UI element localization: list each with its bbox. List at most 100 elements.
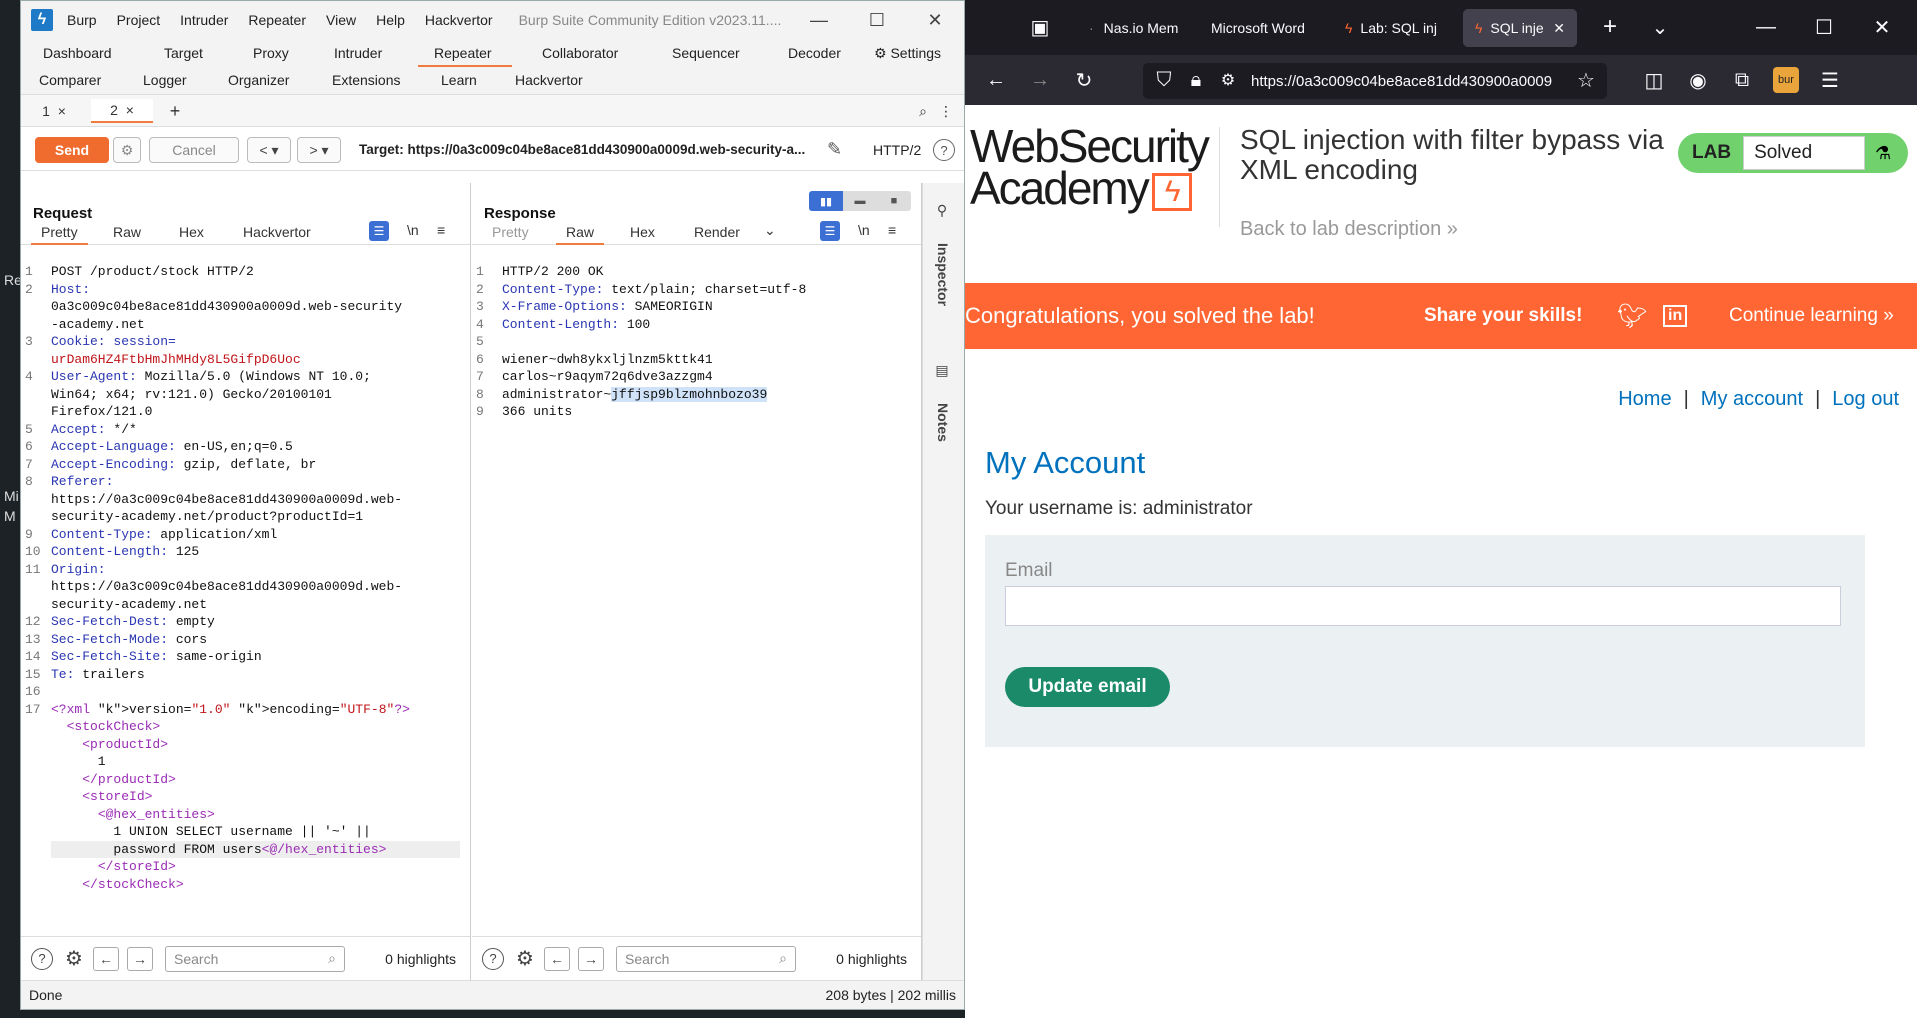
url-bar[interactable]: https://0a3c009c04be8ace81dd430900a0009: [1143, 63, 1607, 99]
shield-icon[interactable]: ⛉: [1151, 67, 1177, 93]
inspector-icon[interactable]: ⚲: [935, 203, 951, 219]
cancel-button[interactable]: Cancel: [149, 137, 239, 163]
previous-match-icon[interactable]: ←: [544, 946, 570, 971]
browser-tab[interactable]: Microsoft Word: [1199, 9, 1329, 47]
next-match-icon[interactable]: →: [578, 946, 604, 971]
search-icon[interactable]: ⌕: [911, 99, 935, 123]
tool-tab-sequencer[interactable]: Sequencer: [672, 45, 740, 61]
maximize-icon[interactable]: ☐: [848, 10, 906, 31]
tool-tab-target[interactable]: Target: [164, 45, 203, 61]
forward-history-button[interactable]: > ▾: [297, 137, 341, 163]
back-history-button[interactable]: < ▾: [247, 137, 291, 163]
menu-item[interactable]: Intruder: [180, 12, 228, 28]
tool-tab-comparer[interactable]: Comparer: [39, 72, 101, 88]
tool-tab-extensions[interactable]: Extensions: [332, 72, 400, 88]
tab-hackvertor[interactable]: Hackvertor: [243, 224, 311, 240]
menu-item[interactable]: Repeater: [248, 12, 306, 28]
notes-icon[interactable]: ▤: [935, 363, 951, 379]
notes-tab[interactable]: Notes: [935, 403, 951, 442]
tool-tab-repeater[interactable]: Repeater: [418, 45, 512, 67]
twitter-icon[interactable]: 🐦︎: [1617, 302, 1647, 331]
split-horizontal-icon[interactable]: ▮▮: [809, 191, 843, 211]
search-input[interactable]: Search ⌕: [616, 945, 796, 972]
reload-icon[interactable]: ↻: [1071, 67, 1097, 93]
newline-toggle-icon[interactable]: \n: [858, 222, 870, 238]
menu-item[interactable]: Project: [117, 12, 161, 28]
nav-logout-link[interactable]: Log out: [1832, 388, 1899, 410]
list-tabs-icon[interactable]: ⌄: [1647, 14, 1673, 40]
back-icon[interactable]: ←: [983, 67, 1009, 93]
menu-item[interactable]: Hackvertor: [425, 12, 493, 28]
bookmark-star-icon[interactable]: ☆: [1573, 67, 1599, 93]
menu-icon[interactable]: ≡: [437, 222, 445, 238]
menu-item[interactable]: Help: [376, 12, 405, 28]
lock-icon[interactable]: 🔒︎: [1183, 67, 1209, 93]
browser-tab[interactable]: · Nas.io Mem: [1077, 9, 1195, 47]
back-to-lab-link[interactable]: Back to lab description »: [1240, 218, 1458, 241]
nav-home-link[interactable]: Home: [1618, 388, 1671, 410]
tab-raw[interactable]: Raw: [113, 224, 141, 240]
email-field[interactable]: [1005, 586, 1841, 626]
gear-icon[interactable]: ⚙: [63, 948, 85, 970]
settings-button[interactable]: ⚙ Settings: [874, 45, 941, 62]
tool-tab-collaborator[interactable]: Collaborator: [542, 45, 618, 61]
inspector-tab[interactable]: Inspector: [935, 243, 951, 306]
linkedin-icon[interactable]: in: [1663, 305, 1688, 327]
tool-tab-organizer[interactable]: Organizer: [228, 72, 289, 88]
tool-tab-decoder[interactable]: Decoder: [788, 45, 841, 61]
help-icon[interactable]: ?: [933, 139, 955, 161]
update-email-button[interactable]: Update email: [1005, 667, 1170, 707]
tool-tab-intruder[interactable]: Intruder: [334, 45, 382, 61]
next-match-icon[interactable]: →: [127, 946, 153, 971]
close-tab-icon[interactable]: ✕: [1553, 20, 1565, 37]
menu-item[interactable]: Burp: [67, 12, 97, 28]
menu-item[interactable]: View: [326, 12, 356, 28]
tab-raw[interactable]: Raw: [555, 224, 605, 245]
browser-tab-active[interactable]: ϟ SQL inje ✕: [1463, 9, 1577, 47]
continue-learning-link[interactable]: Continue learning »: [1729, 305, 1894, 327]
chevron-down-icon[interactable]: ⌄: [764, 222, 776, 239]
newline-toggle-icon[interactable]: \n: [407, 222, 419, 238]
repeater-tab-1[interactable]: 1 ×: [25, 99, 83, 123]
help-icon[interactable]: ?: [482, 947, 504, 970]
tool-tab-hackvertor[interactable]: Hackvertor: [515, 72, 583, 88]
tab-hex[interactable]: Hex: [179, 224, 204, 240]
http-version[interactable]: HTTP/2: [873, 142, 921, 158]
split-vertical-icon[interactable]: ▬: [843, 191, 877, 211]
tab-overview-icon[interactable]: ▣: [1027, 14, 1053, 40]
gear-icon[interactable]: ⚙: [514, 948, 536, 970]
account-icon[interactable]: ◉: [1685, 67, 1711, 93]
close-icon[interactable]: ✕: [1869, 14, 1895, 40]
forward-icon[interactable]: →: [1027, 67, 1053, 93]
help-icon[interactable]: ?: [31, 947, 53, 970]
add-tab-icon[interactable]: +: [163, 99, 187, 123]
web-security-academy-logo[interactable]: WebSecurity Academy ϟ: [970, 123, 1210, 211]
tab-pretty[interactable]: Pretty: [31, 224, 88, 245]
wrap-lines-icon[interactable]: ☰: [369, 221, 389, 241]
previous-match-icon[interactable]: ←: [93, 946, 119, 971]
close-icon[interactable]: ✕: [906, 10, 964, 31]
nav-my-account-link[interactable]: My account: [1701, 388, 1803, 410]
response-editor[interactable]: 1 HTTP/2 200 OK 2 Content-Type: text/plain;…: [472, 263, 921, 936]
wrap-lines-icon[interactable]: ☰: [820, 221, 840, 241]
maximize-icon[interactable]: ☐: [1811, 14, 1837, 40]
tab-render[interactable]: Render: [694, 224, 740, 240]
close-icon[interactable]: ×: [58, 103, 66, 119]
extensions-icon[interactable]: ⧉: [1729, 67, 1755, 93]
burp-extension-icon[interactable]: bur: [1773, 67, 1799, 93]
tab-pretty[interactable]: Pretty: [492, 224, 529, 240]
minimize-icon[interactable]: —: [790, 10, 848, 31]
hamburger-menu-icon[interactable]: ☰: [1817, 67, 1843, 93]
edit-target-icon[interactable]: ✎: [827, 139, 842, 160]
tool-tab-proxy[interactable]: Proxy: [253, 45, 289, 61]
permissions-icon[interactable]: ⚙: [1215, 67, 1241, 93]
minimize-icon[interactable]: —: [1753, 14, 1779, 40]
tool-tab-logger[interactable]: Logger: [143, 72, 187, 88]
target-label[interactable]: Target: https://0a3c009c04be8ace81dd4309…: [359, 142, 805, 157]
more-options-icon[interactable]: ⋮: [939, 99, 953, 123]
send-button[interactable]: Send: [35, 137, 109, 163]
new-tab-icon[interactable]: +: [1597, 13, 1623, 40]
tool-tab-learn[interactable]: Learn: [441, 72, 477, 88]
tool-tab-dashboard[interactable]: Dashboard: [43, 45, 112, 61]
pocket-icon[interactable]: ◫: [1641, 67, 1667, 93]
